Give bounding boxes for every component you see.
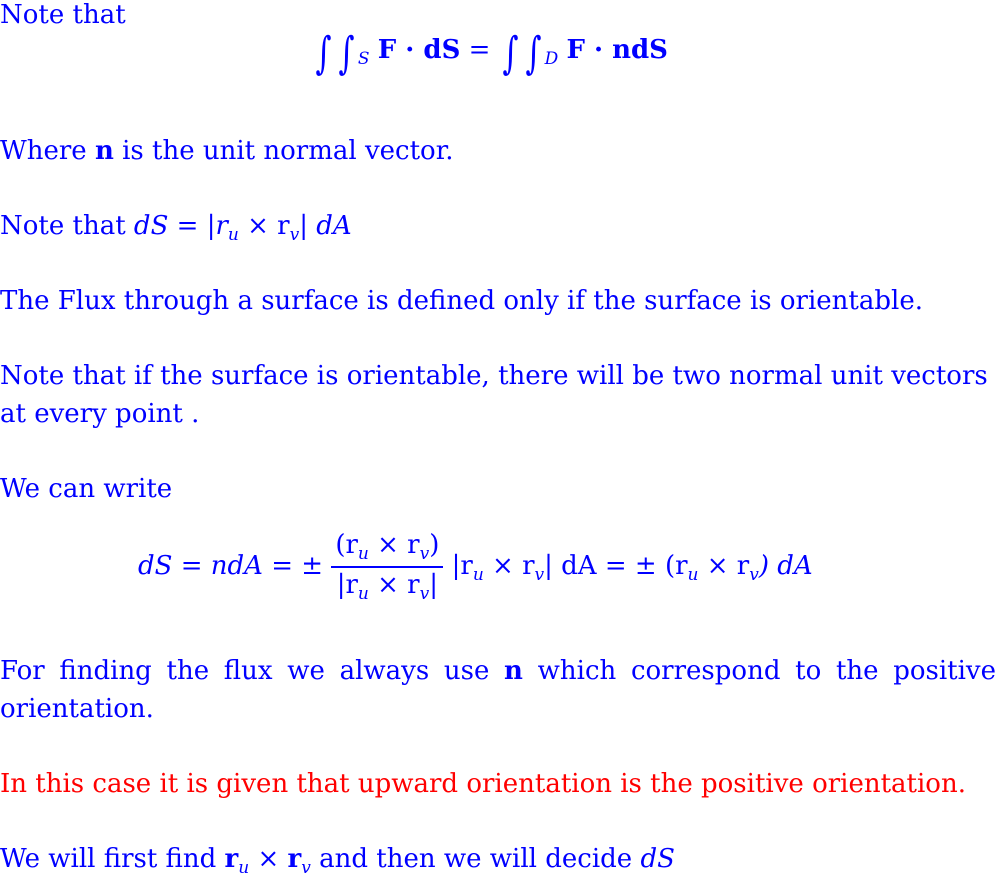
ds-definition-sentence: Note that dS = |ru × rv| dA	[0, 211, 352, 245]
two-normals-line-2: at every point .	[0, 399, 200, 429]
positive-orientation-line-2: orientation.	[0, 694, 154, 724]
integral-sign: ∫	[502, 28, 519, 79]
fraction: (ru × rv) |ru × rv|	[331, 530, 444, 604]
we-can-write-text: We can write	[0, 474, 173, 504]
unit-normal-sentence: Where n is the unit normal vector.	[0, 136, 454, 166]
surface-integral-equation: ∫ ∫ S F · dS = ∫ ∫ D F · ndS	[315, 28, 668, 79]
upward-orientation-note: In this case it is given that upward ori…	[0, 769, 966, 799]
integral-sign: ∫	[338, 28, 355, 79]
two-normals-line-1: Note that if the surface is orientable, …	[0, 361, 988, 391]
integral-sign: ∫	[525, 28, 542, 79]
ds-equation: dS = ndA = ± (ru × rv) |ru × rv| |ru × r…	[138, 530, 813, 604]
flux-orientable-sentence: The Flux through a surface is defined on…	[0, 286, 923, 316]
next-step-sentence: We will first find ru × rv and then we w…	[0, 844, 675, 878]
positive-orientation-line-1: For finding the flux we always use n whi…	[0, 656, 996, 686]
note-that-text: Note that	[0, 0, 126, 30]
integral-sign: ∫	[315, 28, 332, 79]
